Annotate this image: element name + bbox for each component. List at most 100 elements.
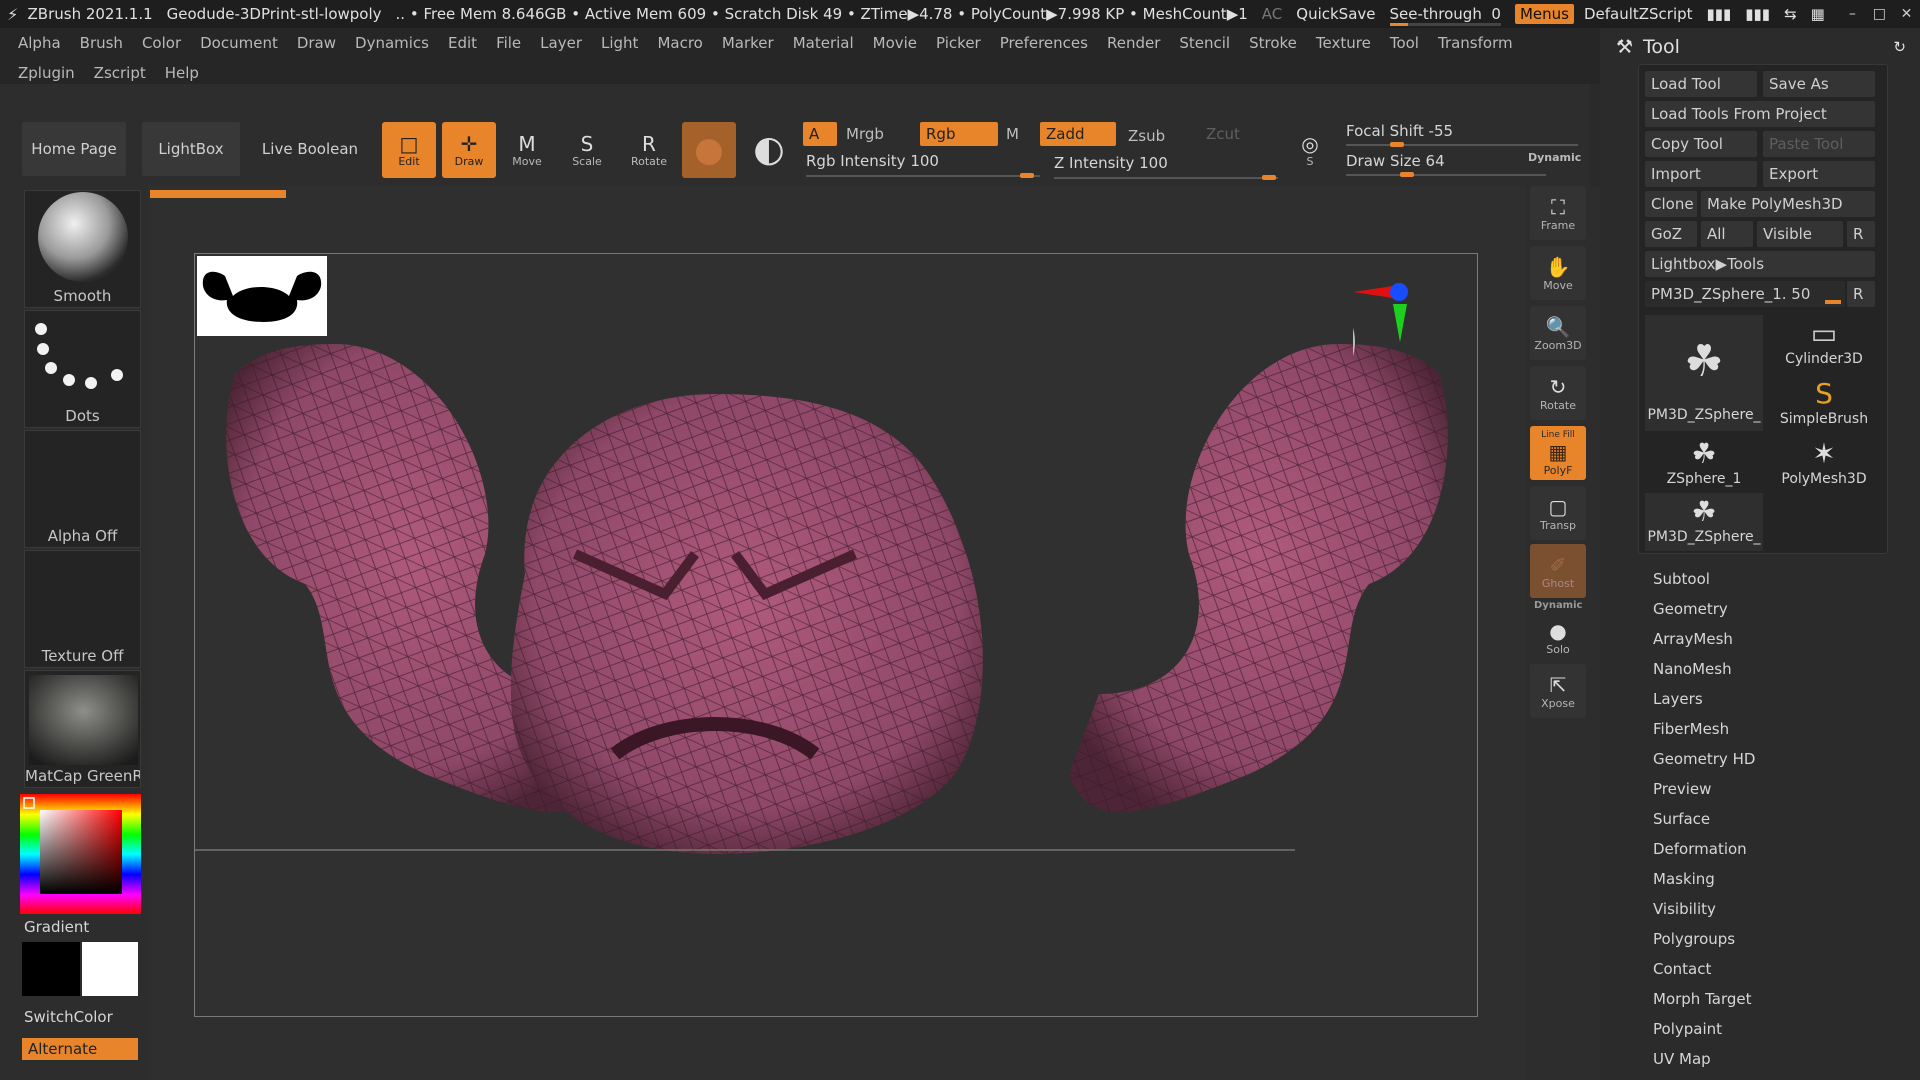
tool-tile-pm3d-zsphere-2[interactable]: ☘ PM3D_ZSphere_ [1645, 493, 1763, 551]
secondary-color-swatch[interactable] [82, 942, 138, 996]
tool-tile-zsphere[interactable]: ☘ ZSphere_1 [1645, 435, 1763, 493]
subpalette-arraymesh[interactable]: ArrayMesh [1653, 630, 1733, 648]
maximize-button[interactable]: □ [1866, 6, 1893, 22]
subpalette-morph-target[interactable]: Morph Target [1653, 990, 1752, 1008]
draw-size-track[interactable] [1346, 174, 1546, 176]
menu-movie[interactable]: Movie [873, 34, 917, 64]
rgb-intensity-track[interactable] [806, 175, 1040, 177]
palette-layout-icon[interactable]: ▦ [1811, 5, 1825, 23]
menu-macro[interactable]: Macro [657, 34, 702, 64]
menus-toggle[interactable]: Menus [1514, 4, 1574, 24]
default-zscript-button[interactable]: DefaultZScript [1584, 5, 1693, 23]
zsub-toggle[interactable]: Zsub [1122, 124, 1192, 148]
rotate-mode-button[interactable]: R Rotate [622, 122, 676, 178]
lazy-mouse-button[interactable]: ◎ S [1284, 122, 1336, 178]
load-tool-button[interactable]: Load Tool [1645, 71, 1757, 97]
current-tool-slider[interactable]: PM3D_ZSphere_1. 50 [1645, 281, 1845, 307]
export-button[interactable]: Export [1763, 161, 1875, 187]
xpose-button[interactable]: ⇱ Xpose [1530, 664, 1586, 718]
dynamic-toggle[interactable]: Dynamic [1528, 151, 1581, 164]
geodude-3d-model[interactable] [195, 254, 1479, 1018]
gradient-toggle[interactable]: Gradient [24, 918, 89, 936]
zadd-toggle[interactable]: Zadd [1040, 122, 1116, 146]
menu-light[interactable]: Light [601, 34, 638, 64]
subpalette-geometry[interactable]: Geometry [1653, 600, 1728, 618]
palette-swap-icon[interactable]: ⇆ [1784, 5, 1797, 23]
layout-slider-icon[interactable]: ▮▮▮ [1707, 5, 1732, 23]
document-viewport[interactable] [194, 253, 1478, 1017]
focal-shift-track[interactable] [1346, 144, 1578, 146]
menu-document[interactable]: Document [200, 34, 278, 64]
make-polymesh-button[interactable]: Make PolyMesh3D [1701, 191, 1875, 217]
paste-tool-button[interactable]: Paste Tool [1763, 131, 1875, 157]
menu-edit[interactable]: Edit [448, 34, 477, 64]
stroke-selector[interactable]: Dots [24, 310, 141, 428]
subpalette-masking[interactable]: Masking [1653, 870, 1715, 888]
menu-marker[interactable]: Marker [722, 34, 774, 64]
move-mode-button[interactable]: M Move [500, 122, 554, 178]
minimize-button[interactable]: – [1839, 6, 1866, 22]
menu-file[interactable]: File [496, 34, 521, 64]
alternate-toggle[interactable]: Alternate [22, 1038, 138, 1060]
lightbox-button[interactable]: LightBox [142, 122, 240, 176]
zcut-toggle[interactable]: Zcut [1200, 122, 1260, 146]
tool-tile-polymesh3d[interactable]: ✶ PolyMesh3D [1765, 435, 1883, 493]
z-intensity-slider[interactable]: Z Intensity 100 [1054, 154, 1168, 172]
material-selector[interactable]: MatCap GreenRc [24, 670, 141, 788]
menu-alpha[interactable]: Alpha [18, 34, 61, 64]
menu-render[interactable]: Render [1107, 34, 1160, 64]
import-button[interactable]: Import [1645, 161, 1757, 187]
rgb-intensity-knob[interactable] [1020, 173, 1034, 178]
menu-draw[interactable]: Draw [297, 34, 336, 64]
subpalette-geometry-hd[interactable]: Geometry HD [1653, 750, 1755, 768]
draw-size-knob[interactable] [1400, 172, 1414, 177]
tool-palette-header[interactable]: ⚒ Tool ↻ [1616, 32, 1906, 62]
subpalette-layers[interactable]: Layers [1653, 690, 1703, 708]
subpalette-contact[interactable]: Contact [1653, 960, 1711, 978]
rotate-view-button[interactable]: ↻ Rotate [1530, 366, 1586, 420]
close-button[interactable]: ✕ [1893, 6, 1920, 22]
material-sphere-button[interactable]: ● [682, 122, 736, 178]
rgb-toggle[interactable]: Rgb [920, 122, 998, 146]
save-as-button[interactable]: Save As [1763, 71, 1875, 97]
layout-cycle-icon[interactable]: ▮▮▮ [1745, 5, 1770, 23]
subpalette-nanomesh[interactable]: NanoMesh [1653, 660, 1732, 678]
copy-tool-button[interactable]: Copy Tool [1645, 131, 1757, 157]
home-page-button[interactable]: Home Page [22, 122, 126, 176]
subpalette-subtool[interactable]: Subtool [1653, 570, 1710, 588]
ghost-button[interactable]: ✐ Ghost [1530, 544, 1586, 598]
subpalette-visibility[interactable]: Visibility [1653, 900, 1716, 918]
subpalette-surface[interactable]: Surface [1653, 810, 1710, 828]
menu-stencil[interactable]: Stencil [1179, 34, 1230, 64]
brush-selector[interactable]: Smooth [24, 190, 141, 308]
focal-shift-slider[interactable]: Focal Shift -55 [1346, 122, 1453, 140]
navigation-head-gizmo[interactable] [1311, 282, 1463, 416]
draw-size-slider[interactable]: Draw Size 64 [1346, 152, 1445, 170]
switchcolor-button[interactable]: SwitchColor [24, 1008, 113, 1026]
edit-mode-button[interactable]: □ Edit [382, 122, 436, 178]
current-tool-r-button[interactable]: R [1847, 281, 1875, 307]
z-intensity-track[interactable] [1054, 177, 1278, 179]
load-from-project-button[interactable]: Load Tools From Project [1645, 101, 1875, 127]
subpalette-polygroups[interactable]: Polygroups [1653, 930, 1735, 948]
reset-icon[interactable]: ↻ [1893, 38, 1906, 56]
texture-selector[interactable]: Texture Off [24, 550, 141, 668]
quicksave-button[interactable]: QuickSave [1296, 5, 1375, 23]
color-picker[interactable] [20, 794, 141, 914]
tool-tile-pm3d-zsphere-active[interactable]: ☘ PM3D_ZSphere_ [1645, 315, 1763, 431]
menu-dynamics[interactable]: Dynamics [355, 34, 429, 64]
rgb-intensity-slider[interactable]: Rgb Intensity 100 [806, 152, 939, 170]
menu-preferences[interactable]: Preferences [1000, 34, 1088, 64]
clone-button[interactable]: Clone [1645, 191, 1697, 217]
goz-r-button[interactable]: R [1847, 221, 1875, 247]
subpalette-uv-map[interactable]: UV Map [1653, 1050, 1711, 1068]
zoom3d-button[interactable]: 🔍 Zoom3D [1530, 306, 1586, 360]
subpalette-polypaint[interactable]: Polypaint [1653, 1020, 1722, 1038]
focal-shift-knob[interactable] [1390, 142, 1404, 147]
goz-all-button[interactable]: All [1701, 221, 1753, 247]
m-toggle[interactable]: M [1000, 122, 1024, 146]
transp-button[interactable]: ▢ Transp [1530, 486, 1586, 540]
menu-material[interactable]: Material [793, 34, 854, 64]
menu-texture[interactable]: Texture [1316, 34, 1371, 64]
main-color-swatch[interactable] [22, 942, 80, 996]
